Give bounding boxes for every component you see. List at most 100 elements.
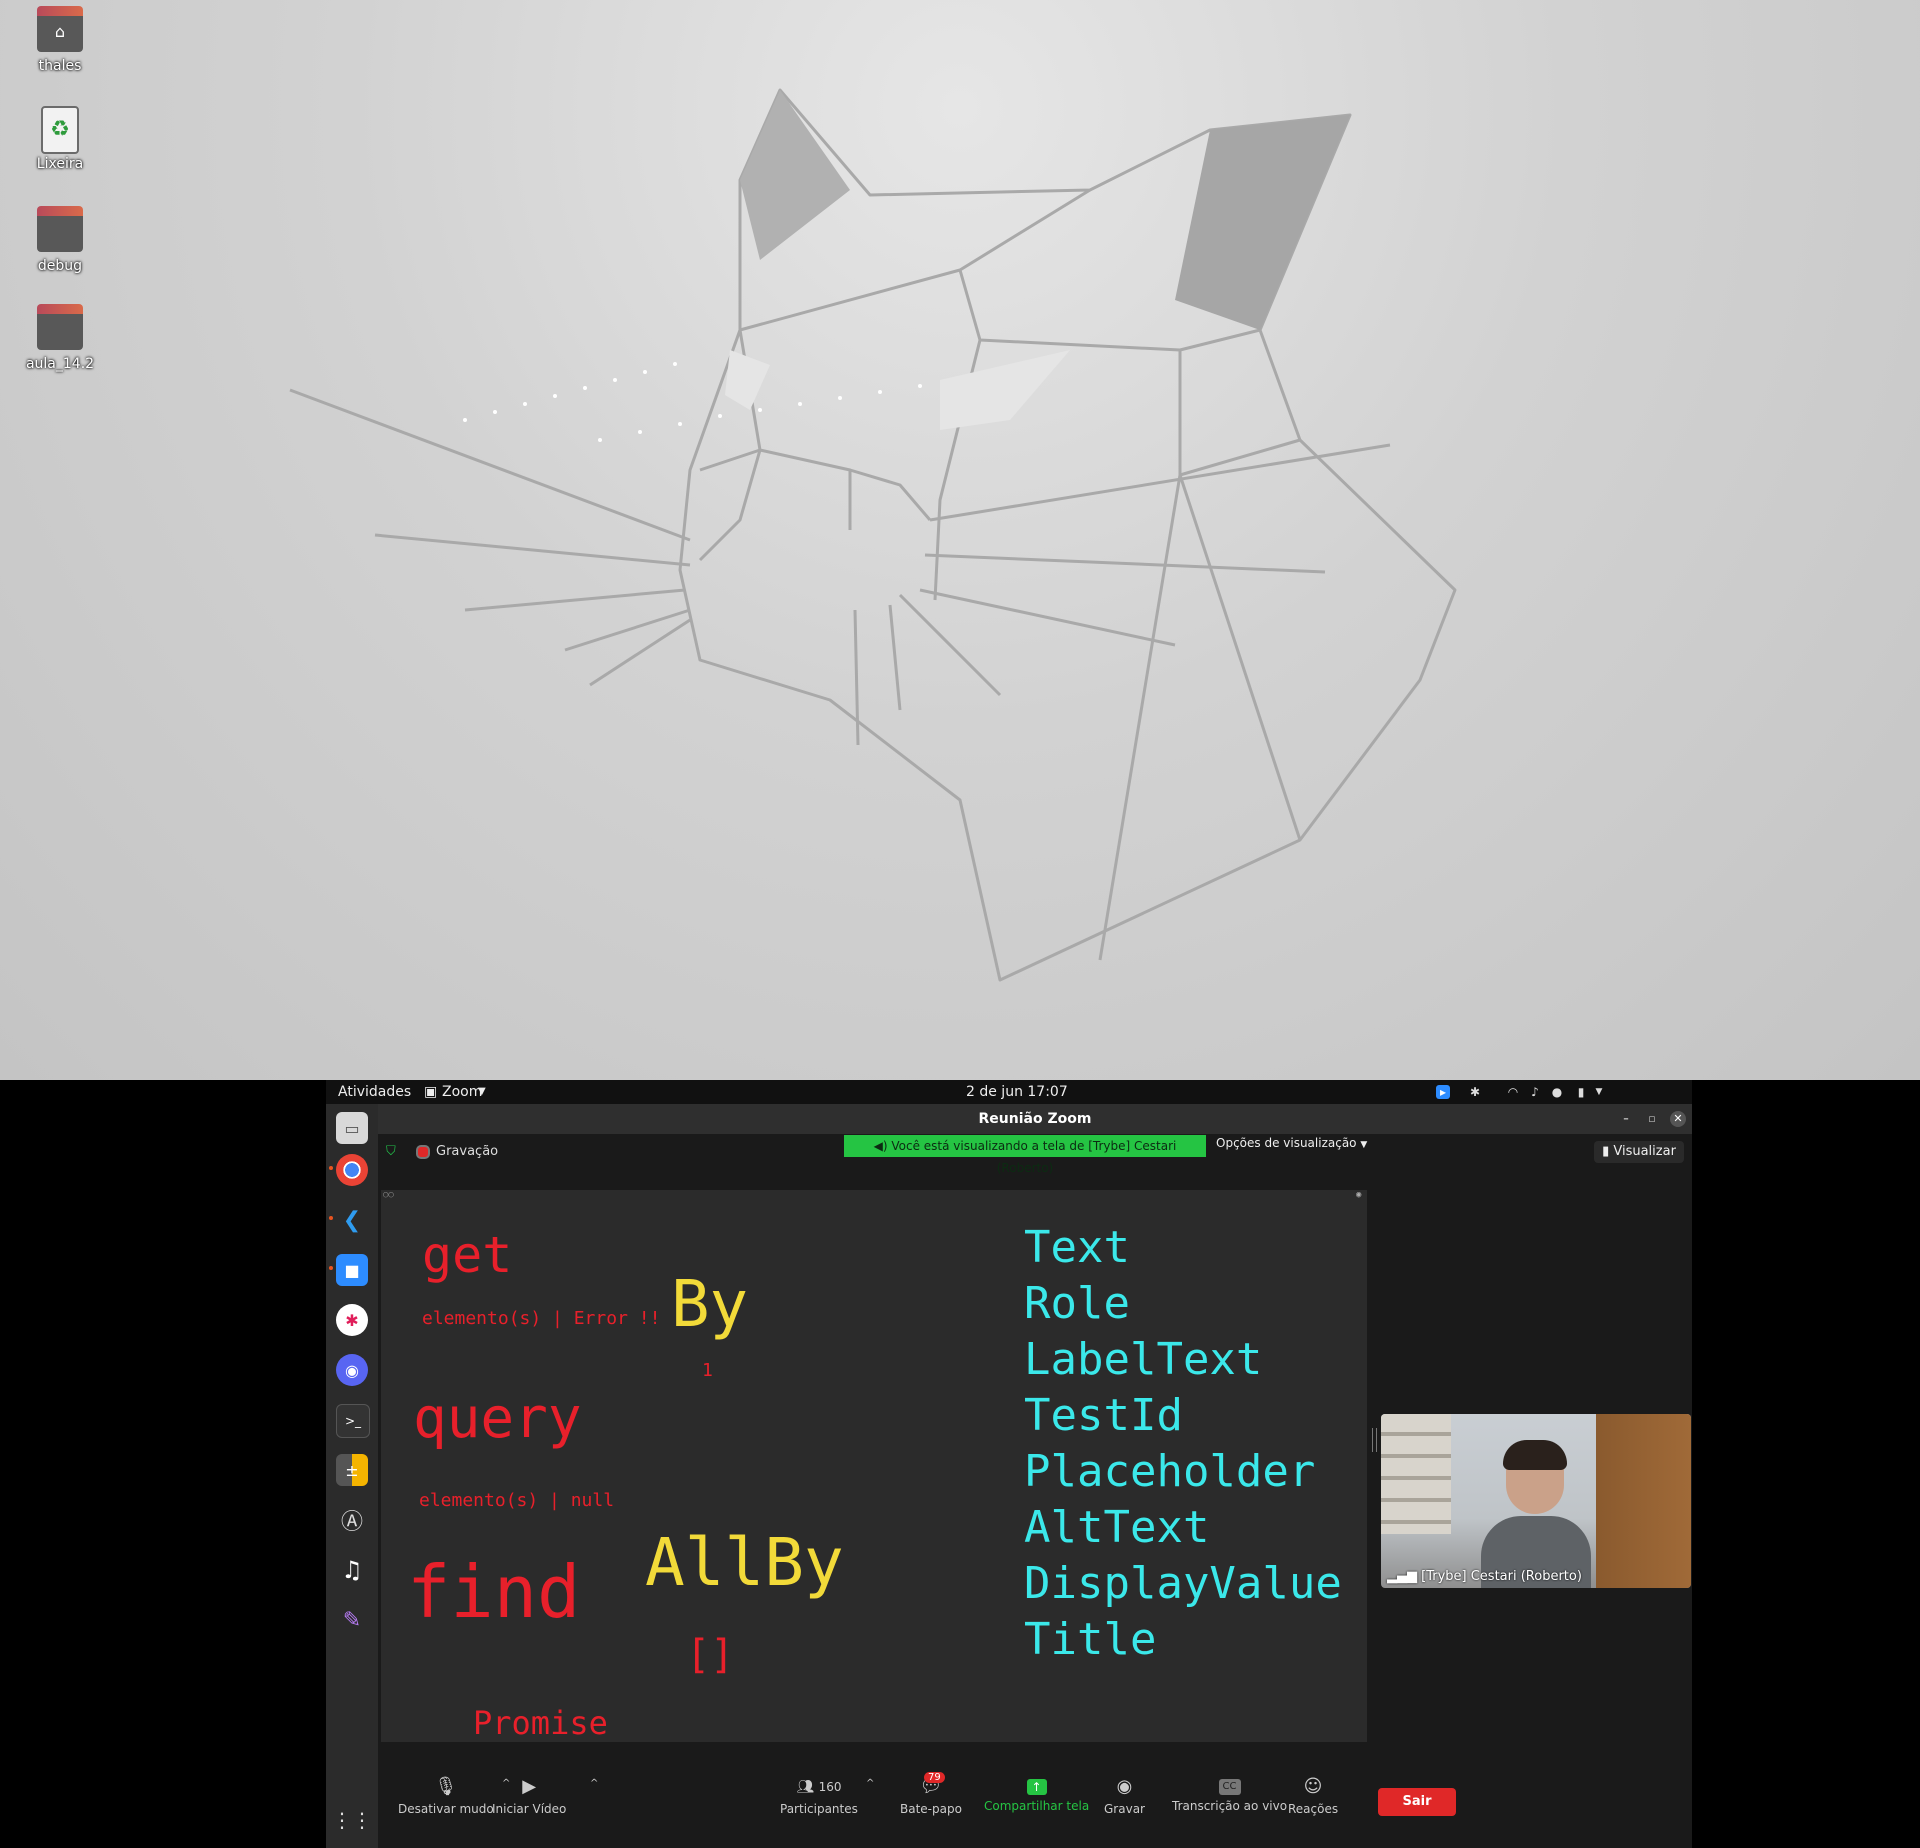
desktop-icon-home[interactable]: ⌂ thales [22, 6, 98, 74]
clock[interactable]: 2 de jun 17:07 [966, 1084, 1068, 1100]
slack-icon[interactable]: ✱ [336, 1304, 368, 1336]
calculator-icon[interactable]: ± [336, 1454, 368, 1486]
resize-handle[interactable] [1372, 1428, 1377, 1452]
slide-query: query [413, 1386, 582, 1451]
slide-by: By [671, 1268, 749, 1342]
vscode-icon[interactable]: ❮ [336, 1204, 368, 1236]
app-menu-label[interactable]: Zoom [442, 1084, 482, 1100]
meeting-info-bar: ⛉ Gravação ◀) Você está visualizando a t… [378, 1134, 1692, 1190]
zoom-window: Reunião Zoom – ▫ ✕ ⛉ Gravação ◀) Você es… [378, 1104, 1692, 1848]
bookshelf [1381, 1414, 1451, 1534]
desktop-icon-label: Lixeira [36, 156, 84, 172]
desktop-icon-debug[interactable]: debug [22, 206, 98, 274]
view-icon: ▮ [1602, 1144, 1614, 1159]
shared-screen: ○○ ◉ get elemento(s) | Error !! query el… [381, 1190, 1367, 1742]
discord-icon[interactable]: ◉ [336, 1354, 368, 1386]
volume-icon[interactable]: ♪ [1528, 1085, 1542, 1099]
chrome-icon[interactable] [336, 1154, 368, 1186]
share-screen-button[interactable]: ↑ Compartilhar tela [984, 1776, 1089, 1813]
desktop-icon-trash[interactable]: ♻ Lixeira [22, 106, 98, 172]
files-icon[interactable]: ▭ [336, 1112, 368, 1144]
slide-get: get [422, 1226, 513, 1284]
desktop-icon-label: aula_14.2 [25, 356, 95, 372]
query-type-role: Role [1024, 1278, 1130, 1329]
live-transcript-button[interactable]: CC Transcrição ao vivo [1172, 1776, 1287, 1813]
visualizar-label: Visualizar [1613, 1144, 1676, 1159]
home-folder-icon: ⌂ [37, 6, 83, 52]
maximize-icon[interactable]: ▫ [1644, 1111, 1660, 1127]
slack-tray-icon[interactable]: ✱ [1468, 1085, 1482, 1099]
slide-find: find [407, 1550, 581, 1634]
chevron-up-icon[interactable]: ^ [866, 1778, 874, 1789]
desktop-wallpaper: ⌂ thales ♻ Lixeira debug aula_14.2 [0, 0, 1920, 1080]
chevron-down-icon[interactable]: ▼ [1592, 1085, 1606, 1099]
close-icon[interactable]: ✕ [1670, 1111, 1686, 1127]
desktop-icon-aula[interactable]: aula_14.2 [22, 304, 98, 372]
wifi-icon[interactable]: ◠ [1506, 1085, 1520, 1099]
meeting-controls: 🎙︎ Desativar mudo ^ ▶ Iniciar Vídeo ^ 👥︎… [378, 1768, 1692, 1848]
closed-caption-icon: CC [1218, 1779, 1241, 1795]
running-indicator [329, 1216, 333, 1220]
window-controls-icon: ○○ [383, 1190, 394, 1200]
desktop-icon-label: thales [38, 58, 82, 74]
folder-icon [37, 206, 83, 252]
visualizar-button[interactable]: ▮ Visualizar [1594, 1141, 1684, 1163]
participants-icon: 👥︎ [796, 1779, 819, 1795]
participant-person [1481, 1440, 1591, 1588]
video-off-icon: ▶ [522, 1776, 537, 1797]
slide-get-desc: elemento(s) | Error !! [422, 1308, 661, 1329]
slide-query-desc: elemento(s) | null [419, 1490, 615, 1511]
view-options-dropdown[interactable]: Opções de visualização ▼ [1216, 1136, 1367, 1150]
recording-dot-icon [416, 1145, 430, 1159]
microphone-muted-icon: 🎙︎ [434, 1776, 458, 1797]
chevron-down-icon: ▼ [478, 1086, 486, 1097]
software-center-icon[interactable]: Ⓐ [336, 1504, 368, 1536]
terminal-icon[interactable]: >_ [336, 1404, 370, 1438]
chat-unread-badge: 79 [924, 1772, 945, 1783]
chevron-up-icon[interactable]: ^ [590, 1778, 598, 1789]
music-icon[interactable]: ♫ [336, 1554, 368, 1586]
folder-icon [37, 304, 83, 350]
slide-allby-desc: [] [686, 1632, 735, 1678]
eye-icon: ◉ [1356, 1190, 1362, 1200]
video-button[interactable]: ▶ Iniciar Vídeo [492, 1776, 566, 1816]
zoom-icon[interactable]: ■ [336, 1254, 368, 1286]
leave-button[interactable]: Sair [1378, 1788, 1456, 1816]
chevron-down-icon: ▼ [1360, 1140, 1368, 1150]
query-type-title: Title [1024, 1614, 1157, 1665]
desktop-icon-label: debug [37, 258, 83, 274]
query-type-labeltext: LabelText [1024, 1334, 1263, 1385]
minimize-icon[interactable]: – [1618, 1111, 1634, 1127]
activities-button[interactable]: Atividades [338, 1084, 411, 1100]
query-type-displayvalue: DisplayValue [1024, 1558, 1342, 1609]
security-shield-icon[interactable]: ⛉ [386, 1144, 396, 1159]
share-screen-icon: ↑ [1026, 1779, 1047, 1795]
query-type-text: Text [1024, 1222, 1130, 1273]
query-type-testid: TestId [1024, 1390, 1183, 1441]
participants-button[interactable]: 👥︎ 160 Participantes [780, 1776, 858, 1816]
second-screen: Atividades ▣ Zoom ▼ 2 de jun 17:07 ▸ ✱ ◠… [326, 1080, 1692, 1848]
battery-icon[interactable]: ▮ [1574, 1085, 1588, 1099]
participant-video[interactable]: ▂▄▆ [Trybe] Cestari (Roberto) [1381, 1414, 1691, 1588]
quill-icon[interactable]: ✎ [336, 1604, 368, 1636]
ubuntu-dock: ▭ ❮ ■ ✱ ◉ >_ ± Ⓐ ♫ ✎ ⋮⋮ [326, 1104, 378, 1848]
participant-name-label: ▂▄▆ [Trybe] Cestari (Roberto) [1387, 1569, 1582, 1584]
show-apps-grid-icon[interactable]: ⋮⋮ [332, 1804, 372, 1836]
mute-button[interactable]: 🎙︎ Desativar mudo [398, 1776, 494, 1816]
microphone-icon[interactable]: ● [1550, 1085, 1564, 1099]
record-button[interactable]: ◉ Gravar [1104, 1776, 1145, 1816]
recording-label[interactable]: Gravação [436, 1144, 498, 1159]
window-titlebar: Reunião Zoom – ▫ ✕ [378, 1104, 1692, 1134]
ubuntu-top-bar: Atividades ▣ Zoom ▼ 2 de jun 17:07 ▸ ✱ ◠… [326, 1080, 1692, 1104]
signal-icon: ▂▄▆ [1387, 1569, 1422, 1584]
query-type-alttext: AltText [1024, 1502, 1210, 1553]
speaker-icon: ◀) [873, 1139, 892, 1153]
zoom-tray-icon[interactable]: ▸ [1436, 1085, 1450, 1099]
slide-by-count: 1 [702, 1360, 713, 1381]
slide-find-desc: Promise [473, 1704, 608, 1742]
ubuntu-cat-illustration [289, 88, 1457, 982]
query-type-placeholder: Placeholder [1024, 1446, 1316, 1497]
reactions-button[interactable]: ☺ Reações [1288, 1776, 1338, 1816]
zoom-app-menu-icon[interactable]: ▣ [424, 1084, 437, 1100]
window-title: Reunião Zoom [978, 1111, 1092, 1127]
